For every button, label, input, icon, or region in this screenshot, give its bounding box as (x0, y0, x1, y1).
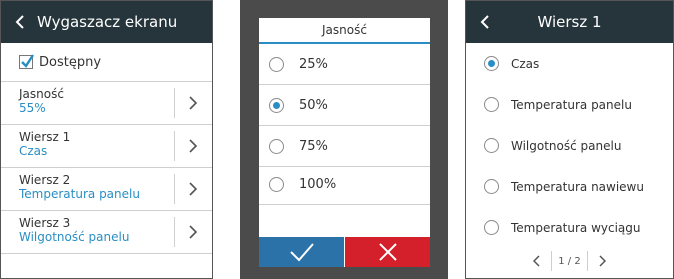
row1-option-panel-humidity[interactable]: Wilgotność panelu (466, 125, 673, 166)
dialog-title: Jasność (259, 18, 430, 44)
next-page-button[interactable] (592, 251, 612, 271)
chevron-right-icon (189, 182, 198, 196)
back-button[interactable] (9, 1, 31, 43)
option-label: Temperatura wyciągu (511, 220, 641, 235)
available-checkbox-row[interactable]: Dostępny (1, 43, 212, 82)
row1-option-panel-temperature[interactable]: Temperatura panelu (466, 84, 673, 125)
radio-button-selected[interactable] (484, 56, 499, 71)
setting-value: Temperatura panelu (19, 187, 140, 201)
chevron-right-icon (599, 255, 606, 267)
option-label: 50% (299, 97, 328, 113)
brightness-option-25[interactable]: 25% (259, 44, 430, 84)
row1-panel: Wiersz 1 Czas Temperatura panelu Wilgotn… (465, 0, 674, 279)
divider (174, 131, 175, 161)
setting-row-line2[interactable]: Wiersz 2 Temperatura panelu (1, 168, 212, 211)
option-label: Wilgotność panelu (511, 138, 622, 153)
chevron-right-icon (189, 225, 198, 239)
open-line2-button[interactable] (183, 168, 203, 210)
checkmark-icon (21, 54, 35, 68)
option-label: 25% (299, 56, 328, 72)
confirm-button[interactable] (259, 237, 344, 267)
option-label: Temperatura nawiewu (511, 179, 644, 194)
divider (259, 204, 430, 205)
radio-button[interactable] (484, 179, 499, 194)
screen-saver-header: Wygaszacz ekranu (1, 1, 212, 43)
setting-value: 55% (19, 101, 46, 115)
open-line1-button[interactable] (183, 125, 203, 167)
close-icon (378, 243, 397, 261)
radio-button[interactable] (484, 220, 499, 235)
divider (174, 88, 175, 118)
checkmark-icon (289, 243, 314, 262)
available-label: Dostępny (39, 54, 102, 70)
setting-label: Wiersz 3 (19, 216, 71, 230)
option-label: Temperatura panelu (511, 97, 632, 112)
page-indicator: 1 / 2 (558, 255, 581, 267)
radio-button[interactable] (269, 56, 284, 72)
chevron-left-icon (15, 15, 24, 29)
option-label: 100% (299, 176, 337, 192)
divider (174, 217, 175, 247)
radio-button[interactable] (484, 97, 499, 112)
setting-row-brightness[interactable]: Jasność 55% (1, 82, 212, 125)
option-label: Czas (511, 56, 540, 71)
brightness-option-100[interactable]: 100% (259, 164, 430, 204)
setting-value: Czas (19, 144, 48, 158)
radio-button[interactable] (484, 138, 499, 153)
cancel-button[interactable] (345, 237, 430, 267)
radio-button[interactable] (269, 176, 284, 192)
setting-label: Wiersz 2 (19, 173, 71, 187)
setting-row-line3[interactable]: Wiersz 3 Wilgotność panelu (1, 211, 212, 254)
divider (174, 174, 175, 204)
previous-page-button[interactable] (527, 251, 547, 271)
row1-option-extract-temperature[interactable]: Temperatura wyciągu (466, 207, 673, 248)
setting-value: Wilgotność panelu (19, 230, 130, 244)
setting-label: Jasność (19, 87, 64, 101)
row1-option-supply-temperature[interactable]: Temperatura nawiewu (466, 166, 673, 207)
pager: 1 / 2 (466, 250, 673, 272)
row1-option-time[interactable]: Czas (466, 43, 673, 84)
open-line3-button[interactable] (183, 211, 203, 253)
open-brightness-button[interactable] (183, 82, 203, 124)
available-checkbox[interactable] (19, 54, 35, 69)
brightness-dialog-backdrop: Jasność 25% 50% 75% 100% (240, 0, 448, 279)
radio-button-selected[interactable] (269, 97, 284, 113)
chevron-left-icon (533, 255, 540, 267)
row1-header: Wiersz 1 (466, 1, 673, 43)
page-title: Wiersz 1 (537, 13, 602, 31)
setting-row-line1[interactable]: Wiersz 1 Czas (1, 125, 212, 168)
brightness-dialog: Jasność 25% 50% 75% 100% (259, 18, 430, 267)
option-label: 75% (299, 138, 328, 154)
brightness-option-75[interactable]: 75% (259, 126, 430, 166)
brightness-option-50[interactable]: 50% (259, 85, 430, 125)
divider (586, 251, 588, 271)
chevron-right-icon (189, 96, 198, 110)
chevron-right-icon (189, 139, 198, 153)
radio-button[interactable] (269, 138, 284, 154)
screen-saver-panel: Wygaszacz ekranu Dostępny Jasność 55% Wi… (0, 0, 213, 279)
divider (551, 251, 553, 271)
setting-label: Wiersz 1 (19, 130, 71, 144)
page-title: Wygaszacz ekranu (37, 13, 178, 31)
